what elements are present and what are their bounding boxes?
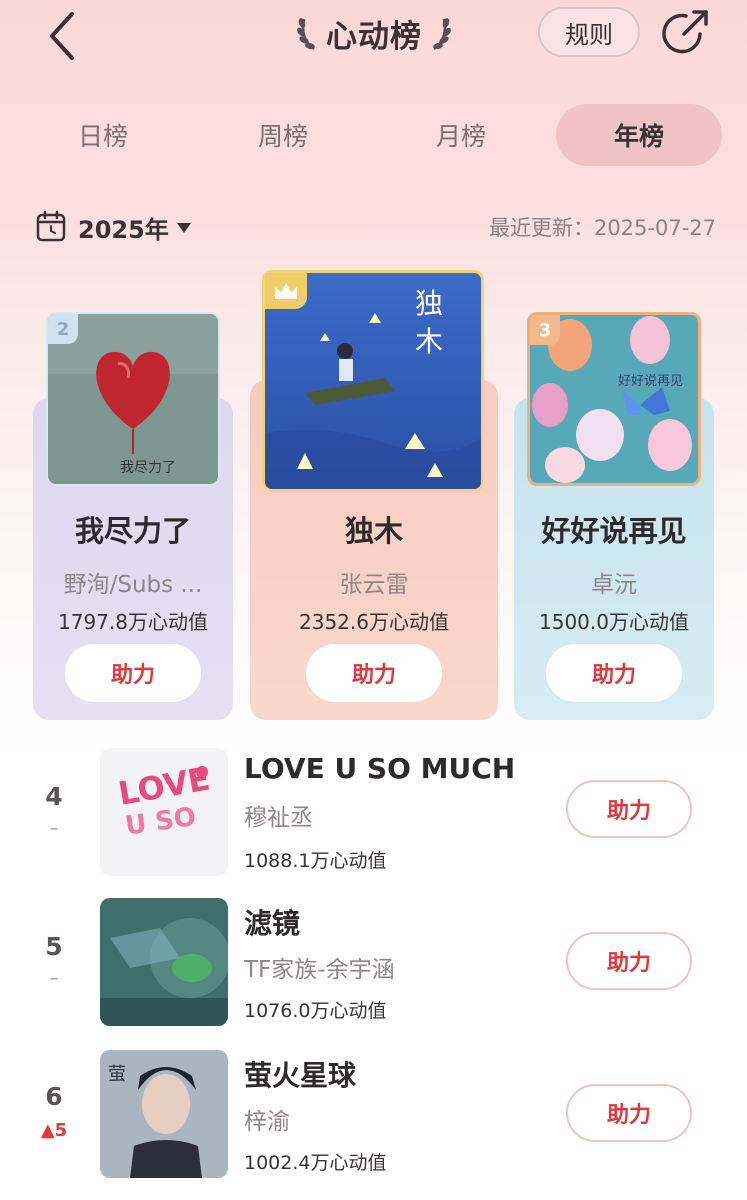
year-filter-row: 2025年 最近更新：2025-07-27	[36, 206, 716, 248]
album-cover-rank-2[interactable]: 我尽力了 2	[46, 312, 220, 486]
list-item[interactable]: 4 – LOVE U SO LOVE U SO MUCH 穆祉丞 1088.1万…	[0, 748, 747, 888]
boost-button-rank-1[interactable]: 助力	[306, 644, 442, 702]
svg-text:独: 独	[415, 287, 443, 320]
laurel-right-icon	[433, 18, 451, 51]
rank-number: 5	[45, 932, 63, 961]
score-text: 1002.4万心动值	[244, 1152, 387, 1174]
podium-song-title-rank-3: 好好说再见	[541, 514, 687, 548]
score-text: 1076.0万心动值	[244, 1000, 387, 1022]
artist-name: TF家族-余宇涵	[244, 957, 395, 983]
rank-badge-2: 2	[48, 314, 78, 344]
rank-change: –	[49, 968, 59, 989]
artist-name: 穆祉丞	[244, 805, 313, 831]
album-cover[interactable]	[100, 898, 228, 1026]
podium-artist-rank-1: 张云雷	[339, 572, 409, 598]
svg-text:萤: 萤	[108, 1064, 126, 1085]
tab-weekly[interactable]: 周榜	[200, 104, 366, 166]
album-art: LOVE U SO	[100, 748, 228, 876]
podium-song-title-rank-1: 独木	[344, 514, 403, 548]
chevron-left-icon	[50, 12, 74, 60]
album-cover[interactable]: 萤	[100, 1050, 228, 1178]
header: 心动榜 规则	[0, 0, 747, 96]
calendar-icon	[36, 210, 66, 242]
album-art: 萤	[100, 1050, 228, 1178]
album-cover-rank-1[interactable]: 独 木	[262, 270, 484, 492]
podium-artist-rank-3: 卓沅	[591, 572, 637, 598]
song-title: LOVE U SO MUCH	[244, 752, 516, 785]
artist-name: 梓渝	[244, 1109, 290, 1135]
podium-song-title-rank-2: 我尽力了	[74, 514, 191, 548]
share-button[interactable]	[660, 4, 714, 58]
tab-monthly[interactable]: 月榜	[378, 104, 544, 166]
rank-badge-3: 3	[530, 315, 560, 345]
last-updated-text: 最近更新：2025-07-27	[488, 216, 716, 240]
period-tabs: 日榜 周榜 月榜 年榜	[20, 104, 727, 166]
boost-button[interactable]: 助力	[566, 932, 692, 990]
tab-yearly[interactable]: 年榜	[556, 104, 722, 166]
boost-button-rank-2[interactable]: 助力	[65, 644, 201, 702]
crown-badge	[265, 273, 307, 309]
boost-button-rank-3[interactable]: 助力	[546, 644, 682, 702]
album-cover-rank-3[interactable]: 好好说再见 3	[527, 312, 701, 486]
album-cover[interactable]: LOVE U SO	[100, 748, 228, 876]
rank-number: 6	[45, 1082, 63, 1111]
back-button[interactable]	[40, 6, 90, 62]
song-title: 萤火星球	[244, 1059, 357, 1092]
list-item[interactable]: 6 ▲5 萤 萤火星球 梓渝 1002.4万心动值 助力	[0, 1050, 747, 1190]
svg-text:我尽力了: 我尽力了	[120, 460, 176, 476]
share-arrow-icon	[662, 10, 708, 54]
tab-daily[interactable]: 日榜	[20, 104, 186, 166]
page-title: 心动榜	[326, 18, 422, 55]
svg-text:好好说再见: 好好说再见	[618, 374, 683, 389]
list-item[interactable]: 5 – 滤镜 TF家族-余宇涵 1076.0万心动值 助力	[0, 898, 747, 1038]
boost-button[interactable]: 助力	[566, 780, 692, 838]
svg-text:木: 木	[415, 325, 443, 358]
rank-change: –	[49, 818, 59, 839]
rules-button[interactable]: 规则	[538, 7, 640, 57]
podium-artist-rank-2: 野洵/Subs ...	[63, 572, 203, 598]
caret-down-icon[interactable]	[176, 222, 192, 234]
song-title: 滤镜	[244, 907, 301, 940]
score-text: 1088.1万心动值	[244, 850, 387, 872]
rank-number: 4	[45, 782, 63, 811]
boost-button[interactable]: 助力	[566, 1084, 692, 1142]
year-selector[interactable]: 2025年	[78, 210, 169, 245]
album-art	[100, 898, 228, 1026]
podium-score-rank-2: 1797.8万心动值	[58, 610, 208, 634]
rank-change: ▲5	[40, 1120, 68, 1141]
laurel-left-icon	[297, 18, 315, 51]
podium-score-rank-1: 2352.6万心动值	[299, 610, 449, 634]
podium-score-rank-3: 1500.0万心动值	[539, 610, 689, 634]
title-area: 心动榜	[286, 8, 462, 58]
crown-icon	[275, 283, 297, 299]
